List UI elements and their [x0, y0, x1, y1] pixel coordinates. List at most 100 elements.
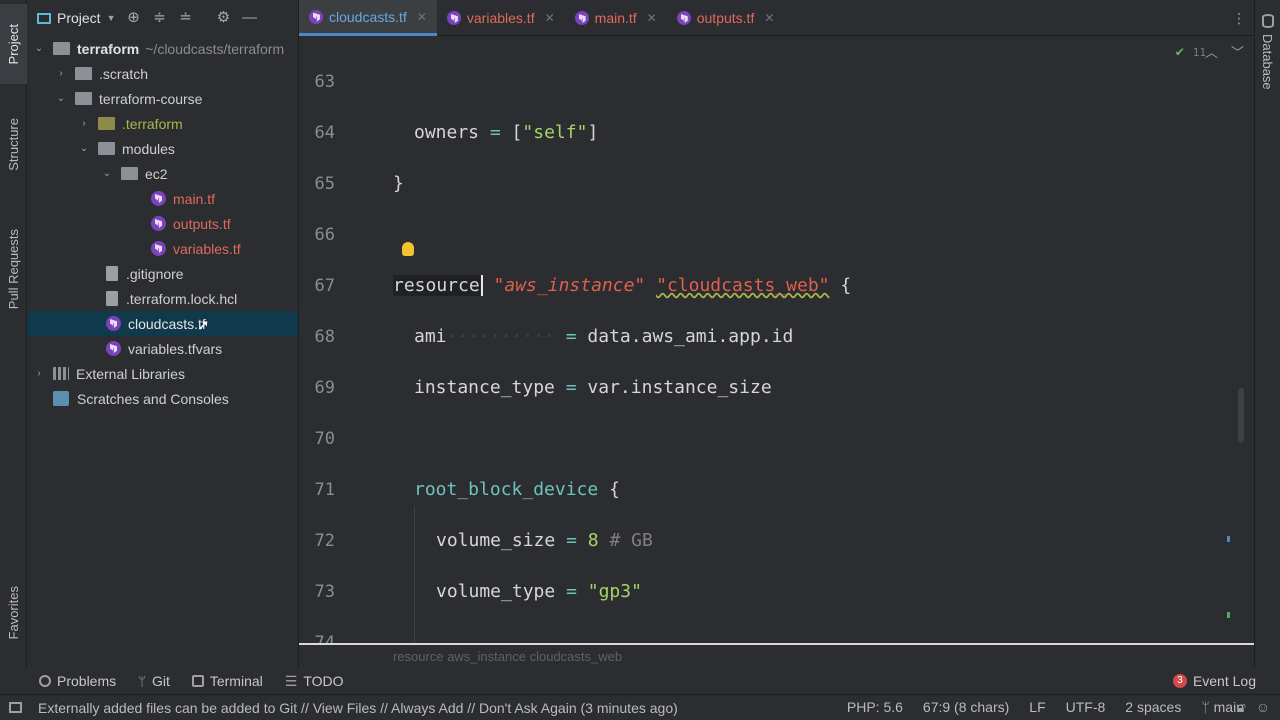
tool-window-bar: Problems ᛘ Git Terminal ☰ TODO 3 Event L… [0, 668, 1280, 694]
tree-row-main-tf[interactable]: main.tf [27, 186, 298, 211]
close-icon[interactable]: ✕ [647, 11, 657, 25]
pull-requests-tool-tab[interactable]: Pull Requests [0, 210, 27, 328]
chevron-down-icon[interactable]: ⌄ [33, 43, 45, 54]
code-token: volume_size [436, 530, 556, 551]
close-icon[interactable]: ✕ [545, 11, 555, 25]
file-icon [106, 291, 118, 306]
todo-tool-button[interactable]: ☰ TODO [274, 673, 355, 690]
tab-outputs-tf[interactable]: outputs.tf ✕ [667, 0, 785, 36]
file-encoding[interactable]: UTF-8 [1066, 699, 1106, 715]
tree-row-variables-tfvars[interactable]: variables.tfvars [27, 336, 298, 361]
close-icon[interactable]: ✕ [417, 10, 427, 24]
breadcrumb[interactable]: resource aws_instance cloudcasts_web [299, 643, 1254, 668]
lock-icon[interactable]: 🔓︎ [1237, 699, 1246, 716]
code-token: ami [414, 326, 447, 347]
tree-row-lock-hcl[interactable]: .terraform.lock.hcl [27, 286, 298, 311]
favorites-tool-tab-label: Favorites [6, 586, 21, 640]
indent-setting[interactable]: 2 spaces [1125, 699, 1181, 715]
inspector-icon[interactable]: ☺ [1256, 699, 1270, 715]
problems-icon [39, 675, 51, 687]
tab-cloudcasts-tf[interactable]: cloudcasts.tf ✕ [299, 0, 437, 36]
tool-button-label: Problems [57, 673, 117, 689]
scrollbar-thumb[interactable] [1238, 388, 1244, 443]
code-token: # GB [609, 530, 653, 551]
tree-row-dot-terraform[interactable]: › .terraform [27, 111, 298, 136]
chevron-down-icon[interactable]: ﹀ [1231, 42, 1244, 61]
tree-row-external-libraries[interactable]: › External Libraries [27, 361, 298, 386]
tree-label: .gitignore [126, 265, 184, 282]
line-number: 67 [314, 276, 335, 296]
code-line-69: instance_type = var.instance_size [414, 377, 772, 398]
line-number: 74 [314, 633, 335, 643]
favorites-tool-tab[interactable]: Favorites [0, 570, 27, 656]
tree-row-variables-tf[interactable]: variables.tf [27, 236, 298, 261]
tab-label: cloudcasts.tf [329, 8, 407, 25]
terminal-tool-button[interactable]: Terminal [181, 673, 274, 689]
project-view-selector[interactable]: Project ▼ [37, 10, 116, 26]
expand-all-icon[interactable]: ≑ [152, 10, 168, 26]
tree-row-modules[interactable]: ⌄ modules [27, 136, 298, 161]
hide-panel-icon[interactable]: — [242, 10, 258, 26]
folder-icon [75, 67, 92, 80]
php-version[interactable]: PHP: 5.6 [847, 699, 903, 715]
tree-row-terraform[interactable]: ⌄ terraform ~/cloudcasts/terraform [27, 36, 298, 61]
code-token: resource [393, 275, 480, 296]
project-panel-title: Project [57, 10, 101, 26]
tree-row-terraform-course[interactable]: ⌄ terraform-course [27, 86, 298, 111]
git-tool-button[interactable]: ᛘ Git [127, 673, 181, 689]
folder-icon [98, 117, 115, 130]
tree-row-ec2[interactable]: ⌄ ec2 [27, 161, 298, 186]
chevron-up-icon[interactable]: ︿ [1205, 42, 1218, 61]
project-tool-tab[interactable]: Project [0, 4, 27, 84]
chevron-down-icon[interactable]: ⌄ [55, 93, 67, 104]
inspection-ok-icon[interactable]: ✔ [1176, 44, 1184, 60]
editor-tabs: cloudcasts.tf ✕ variables.tf ✕ main.tf ✕… [299, 0, 1254, 36]
collapse-all-icon[interactable]: ≐ [178, 10, 194, 26]
code-line-68: ami·········· = data.aws_ami.app.id [414, 326, 794, 347]
line-number: 70 [314, 429, 335, 449]
close-icon[interactable]: ✕ [764, 11, 774, 25]
tree-label: variables.tfvars [128, 340, 223, 357]
chevron-right-icon[interactable]: › [55, 68, 67, 79]
project-tree: ⌄ terraform ~/cloudcasts/terraform › .sc… [27, 36, 298, 411]
scratches-icon [53, 391, 69, 406]
tree-row-scratch[interactable]: › .scratch [27, 61, 298, 86]
line-number: 64 [314, 123, 335, 143]
tree-row-scratches[interactable]: Scratches and Consoles [27, 386, 298, 411]
tool-button-label: Git [151, 673, 170, 689]
event-log-button[interactable]: 3 Event Log [1172, 673, 1256, 689]
tab-label: outputs.tf [696, 10, 755, 26]
code-editor[interactable]: ✔ 11 ︿ ﹀ 63 64 owners = ["self"] 65 } 66… [299, 36, 1254, 643]
tree-row-outputs-tf[interactable]: outputs.tf [27, 211, 298, 236]
chevron-right-icon[interactable]: › [33, 368, 45, 379]
line-separator[interactable]: LF [1029, 699, 1045, 715]
chevron-down-icon[interactable]: ⌄ [101, 168, 113, 179]
tree-label: Scratches and Consoles [77, 390, 229, 407]
tool-button-label: Terminal [209, 673, 263, 689]
caret-position[interactable]: 67:9 (8 chars) [923, 699, 1009, 715]
status-message[interactable]: Externally added files can be added to G… [38, 700, 678, 716]
line-number: 69 [314, 378, 335, 398]
chevron-right-icon[interactable]: › [78, 118, 90, 129]
tab-main-tf[interactable]: main.tf ✕ [565, 0, 667, 36]
toggle-tool-windows-icon[interactable] [9, 702, 22, 713]
project-tool-tab-label: Project [6, 23, 21, 65]
gear-icon[interactable]: ⚙ [216, 10, 232, 26]
git-branch-icon: ᛘ [1201, 699, 1210, 715]
tab-variables-tf[interactable]: variables.tf ✕ [437, 0, 565, 36]
database-tool-tab[interactable]: Database [1260, 34, 1275, 90]
problems-tool-button[interactable]: Problems [28, 673, 127, 689]
locate-icon[interactable]: ⊕ [126, 10, 142, 26]
tree-label: External Libraries [76, 365, 185, 382]
folder-icon [121, 167, 138, 180]
more-tabs-icon[interactable]: ⋮ [1232, 10, 1254, 27]
status-widgets: PHP: 5.6 67:9 (8 chars) LF UTF-8 2 space… [847, 699, 1280, 715]
structure-tool-tab[interactable]: Structure [0, 100, 27, 188]
tree-row-gitignore[interactable]: .gitignore [27, 261, 298, 286]
tree-row-cloudcasts-tf[interactable]: cloudcasts.tf ➚ [27, 311, 298, 336]
terraform-file-icon [151, 216, 166, 231]
line-number: 68 [314, 327, 335, 347]
chevron-down-icon[interactable]: ⌄ [78, 143, 90, 154]
database-icon [1262, 14, 1274, 28]
lightbulb-icon[interactable] [402, 242, 414, 256]
